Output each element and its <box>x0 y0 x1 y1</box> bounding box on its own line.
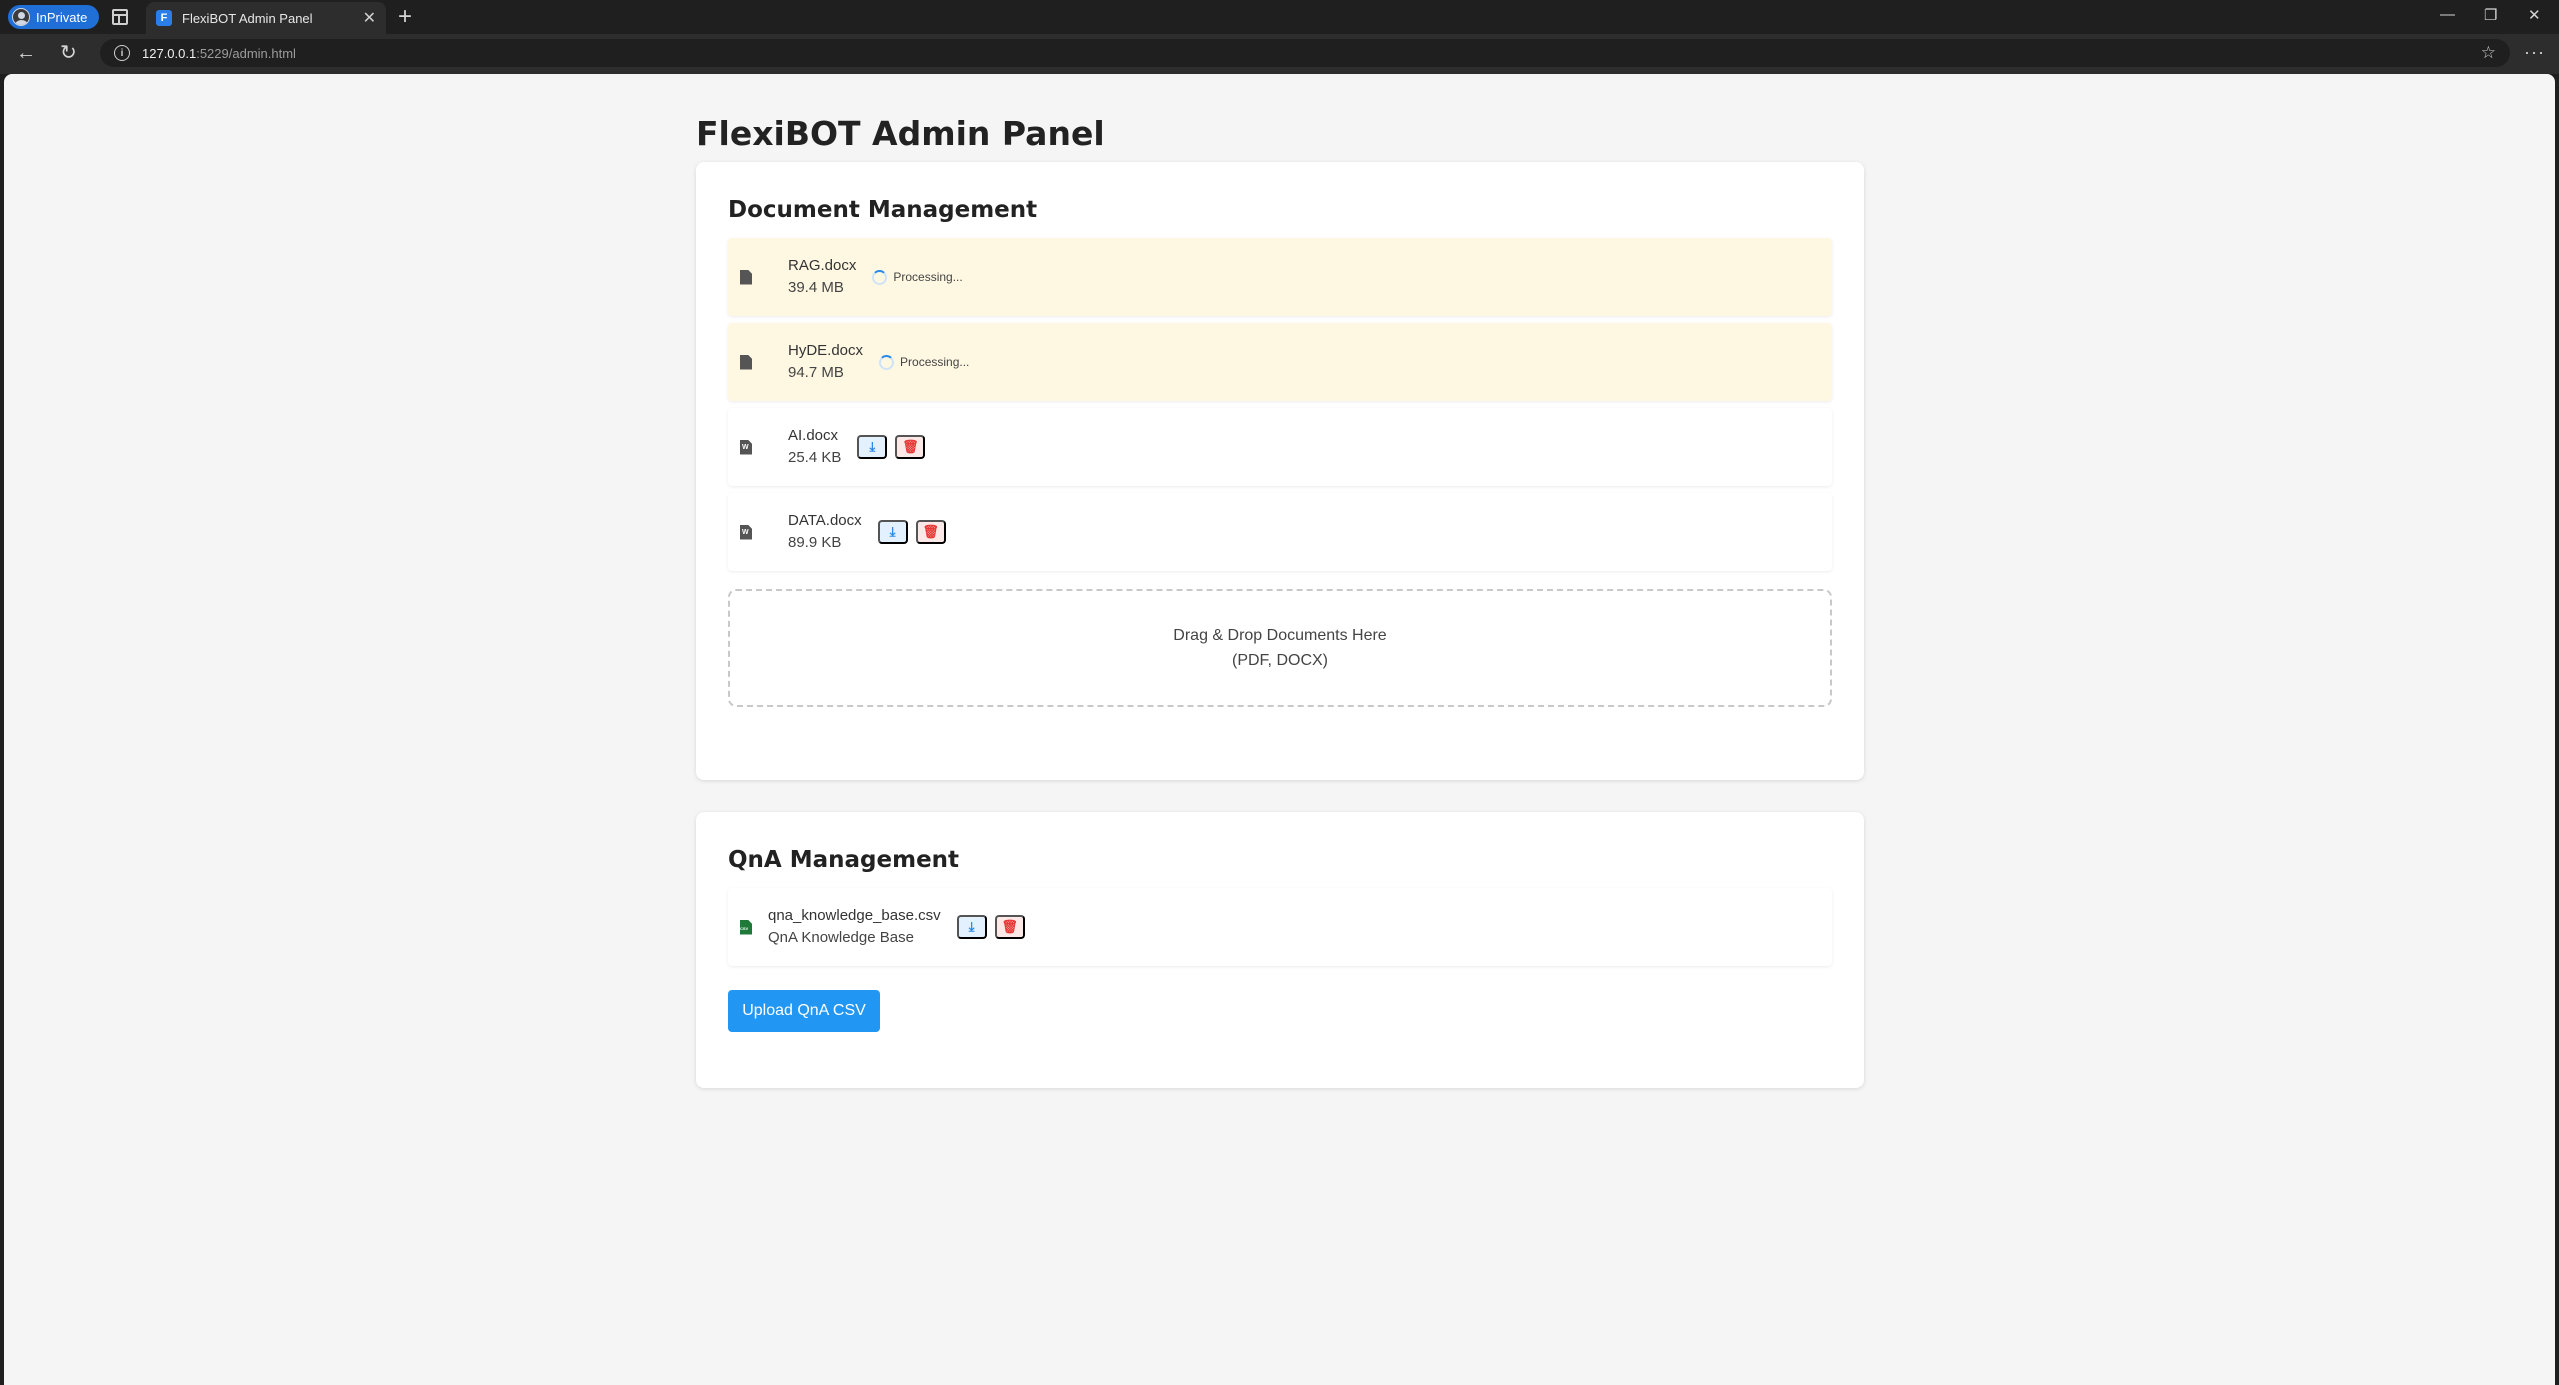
trash-icon: 🗑 <box>1001 919 1018 934</box>
download-button[interactable]: ⤓ <box>857 435 888 459</box>
document-management-heading: Document Management <box>728 197 1038 223</box>
tab-actions-icon[interactable] <box>112 9 128 25</box>
download-button[interactable]: ⤓ <box>877 520 908 544</box>
qna-management-card: QnA Management qna_knowledge_base.csv Qn… <box>696 812 1864 1088</box>
processing-status: Processing... <box>872 269 963 285</box>
delete-button[interactable]: 🗑 <box>915 520 946 544</box>
back-arrow-icon[interactable]: ← <box>16 41 36 65</box>
trash-icon: 🗑 <box>922 524 939 539</box>
admin-container: FlexiBOT Admin Panel Document Management… <box>696 114 1864 1088</box>
document-item: AI.docx 25.4 KB ⤓ 🗑 <box>728 408 1832 486</box>
trash-icon: 🗑 <box>902 439 919 454</box>
dropzone-formats: (PDF, DOCX) <box>1232 652 1328 669</box>
qna-management-heading: QnA Management <box>728 847 960 873</box>
profile-avatar-icon <box>12 8 30 26</box>
document-size: 89.9 KB <box>788 534 842 551</box>
page-title: FlexiBOT Admin Panel <box>696 114 1105 153</box>
document-item: DATA.docx 89.9 KB ⤓ 🗑 <box>728 493 1832 571</box>
document-name: DATA.docx <box>788 512 862 529</box>
window-close-icon[interactable]: ✕ <box>2528 6 2541 24</box>
file-icon <box>740 269 752 285</box>
document-size: 94.7 MB <box>788 364 844 381</box>
url-field[interactable]: i 127.0.0.1 :5229/admin.html ☆ <box>100 39 2510 67</box>
tab-close-icon[interactable]: ✕ <box>363 8 376 28</box>
favicon-icon: F <box>156 10 172 26</box>
download-icon: ⤓ <box>968 919 975 934</box>
download-icon: ⤓ <box>869 439 876 454</box>
document-management-card: Document Management RAG.docx 39.4 MB Pro… <box>696 162 1864 780</box>
status-text: Processing... <box>893 270 963 284</box>
browser-tab-active[interactable]: F FlexiBOT Admin Panel ✕ <box>146 2 386 34</box>
upload-qna-csv-button[interactable]: Upload QnA CSV <box>728 990 880 1032</box>
word-file-icon <box>740 524 752 540</box>
spinner-icon <box>872 269 888 285</box>
page-viewport: FlexiBOT Admin Panel Document Management… <box>4 74 2555 1385</box>
document-item: RAG.docx 39.4 MB Processing... <box>728 238 1832 316</box>
document-name: HyDE.docx <box>788 342 864 359</box>
tab-title: FlexiBOT Admin Panel <box>182 10 313 26</box>
qna-file-name: qna_knowledge_base.csv <box>768 907 941 924</box>
inprivate-label: InPrivate <box>36 9 88 25</box>
minimize-icon[interactable]: — <box>2440 6 2455 23</box>
file-icon <box>740 354 752 370</box>
document-name: RAG.docx <box>788 257 857 274</box>
status-text: Processing... <box>900 355 970 369</box>
url-host: 127.0.0.1 <box>142 45 197 61</box>
new-tab-icon[interactable]: + <box>398 4 412 30</box>
processing-status: Processing... <box>879 354 970 370</box>
document-dropzone[interactable]: Drag & Drop Documents Here (PDF, DOCX) <box>728 589 1832 707</box>
url-path: :5229/admin.html <box>196 45 296 61</box>
word-file-icon <box>740 439 752 455</box>
browser-address-bar: ← ↻ i 127.0.0.1 :5229/admin.html ☆ ··· <box>0 34 2559 74</box>
document-size: 39.4 MB <box>788 279 844 296</box>
delete-button[interactable]: 🗑 <box>895 435 926 459</box>
csv-file-icon <box>740 919 752 935</box>
document-item: HyDE.docx 94.7 MB Processing... <box>728 323 1832 401</box>
delete-button[interactable]: 🗑 <box>994 915 1025 939</box>
restore-icon[interactable]: ❐ <box>2484 6 2497 24</box>
dropzone-text: Drag & Drop Documents Here <box>1173 627 1387 644</box>
refresh-icon[interactable]: ↻ <box>60 41 77 65</box>
document-name: AI.docx <box>788 427 839 444</box>
favorite-star-icon[interactable]: ☆ <box>2481 43 2496 63</box>
download-icon: ⤓ <box>889 524 896 539</box>
inprivate-badge[interactable]: InPrivate <box>8 5 100 29</box>
qna-file-description: QnA Knowledge Base <box>768 929 914 946</box>
spinner-icon <box>879 354 895 370</box>
document-size: 25.4 KB <box>788 449 842 466</box>
site-info-icon[interactable]: i <box>114 45 130 61</box>
qna-file-item: qna_knowledge_base.csv QnA Knowledge Bas… <box>728 888 1832 966</box>
download-button[interactable]: ⤓ <box>956 915 987 939</box>
more-menu-icon[interactable]: ··· <box>2524 42 2545 63</box>
browser-tab-bar: InPrivate F FlexiBOT Admin Panel ✕ + — ❐… <box>0 0 2559 34</box>
